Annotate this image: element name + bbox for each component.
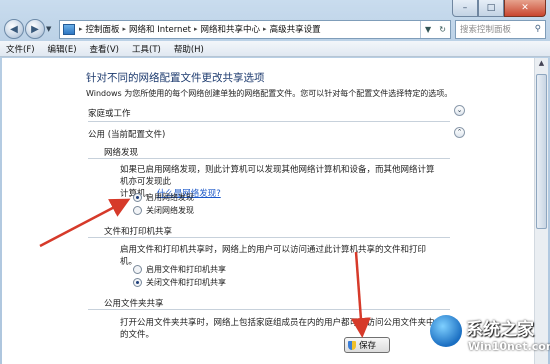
minimize-button[interactable]: – xyxy=(452,0,478,17)
watermark-url: Win10net.com xyxy=(468,340,550,353)
profile-label-public: 公用 (当前配置文件) xyxy=(88,130,166,140)
control-panel-window: – □ ✕ ◀ ▶ ▼ ▸ 控制面板 ▸ 网络和 Internet ▸ 网络和共… xyxy=(0,0,550,364)
page-title: 针对不同的网络配置文件更改共享选项 xyxy=(86,72,265,84)
address-bar-controls: ▼ ↻ xyxy=(420,20,450,38)
breadcrumb-separator-icon[interactable]: ▸ xyxy=(123,25,127,33)
refresh-icon[interactable]: ↻ xyxy=(439,25,446,34)
menu-edit[interactable]: 编辑(E) xyxy=(48,43,77,55)
divider xyxy=(88,158,450,159)
radio-label: 关闭网络发现 xyxy=(146,206,194,215)
radio-disable-network-discovery[interactable]: 关闭网络发现 xyxy=(133,205,194,216)
expand-chevron-icon[interactable]: ⌄ xyxy=(454,105,465,116)
search-input[interactable]: 搜索控制面板 ⚲ xyxy=(455,19,546,39)
address-row: ◀ ▶ ▼ ▸ 控制面板 ▸ 网络和 Internet ▸ 网络和共享中心 ▸ … xyxy=(4,18,546,40)
menu-help[interactable]: 帮助(H) xyxy=(174,43,204,55)
collapse-chevron-icon[interactable]: ⌃ xyxy=(454,127,465,138)
radio-label: 启用文件和打印机共享 xyxy=(146,265,226,274)
forward-arrow-icon: ▶ xyxy=(31,23,39,35)
uac-shield-icon xyxy=(348,340,356,350)
radio-enable-file-sharing[interactable]: 启用文件和打印机共享 xyxy=(133,264,226,275)
radio-unselected-icon[interactable] xyxy=(133,265,142,274)
profile-label-home-work: 家庭或工作 xyxy=(88,109,131,119)
breadcrumb-network-sharing-center[interactable]: 网络和共享中心 xyxy=(201,23,261,35)
breadcrumb-network-internet[interactable]: 网络和 Internet xyxy=(129,23,191,35)
menu-file[interactable]: 文件(F) xyxy=(6,43,35,55)
radio-unselected-icon[interactable] xyxy=(133,206,142,215)
maximize-button[interactable]: □ xyxy=(478,0,504,17)
divider xyxy=(88,237,450,238)
page-description: Windows 为您所使用的每个网络创建单独的网络配置文件。您可以针对每个配置文… xyxy=(86,89,453,98)
watermark-text: 系统之家 xyxy=(466,320,534,340)
profile-header-home-work[interactable]: 家庭或工作 xyxy=(88,107,462,121)
back-button[interactable]: ◀ xyxy=(4,19,24,39)
radio-enable-network-discovery[interactable]: 启用网络发现 xyxy=(133,192,194,203)
radio-label: 启用网络发现 xyxy=(146,193,194,202)
breadcrumb-separator-icon[interactable]: ▸ xyxy=(79,25,83,33)
save-button[interactable]: 保存 xyxy=(344,337,390,353)
breadcrumb-separator-icon[interactable]: ▸ xyxy=(194,25,198,33)
forward-button[interactable]: ▶ xyxy=(25,19,45,39)
search-icon[interactable]: ⚲ xyxy=(535,24,541,34)
divider xyxy=(88,121,450,122)
address-bar[interactable]: ▸ 控制面板 ▸ 网络和 Internet ▸ 网络和共享中心 ▸ 高级共享设置… xyxy=(59,19,451,39)
public-folder-description: 打开公用文件夹共享时，网络上包括家庭组成员在内的用户都可以访问公用文件夹中的文件… xyxy=(120,318,435,340)
breadcrumb-control-panel[interactable]: 控制面板 xyxy=(86,23,120,35)
radio-label: 关闭文件和打印机共享 xyxy=(146,278,226,287)
address-dropdown-icon[interactable]: ▼ xyxy=(425,25,431,34)
save-label: 保存 xyxy=(359,341,377,351)
profile-header-public[interactable]: 公用 (当前配置文件) xyxy=(88,128,462,142)
scrollbar-thumb[interactable] xyxy=(536,74,547,229)
caption-buttons: – □ ✕ xyxy=(452,0,546,17)
search-placeholder: 搜索控制面板 xyxy=(460,25,512,35)
breadcrumb-separator-icon[interactable]: ▸ xyxy=(263,25,267,33)
scroll-up-icon[interactable]: ▲ xyxy=(536,59,547,72)
discovery-text-line1: 如果已启用网络发现，则此计算机可以发现其他网络计算机和设备，而其他网络计算机亦可… xyxy=(120,165,435,187)
control-panel-icon xyxy=(63,23,75,35)
menu-bar: 文件(F) 编辑(E) 查看(V) 工具(T) 帮助(H) xyxy=(0,41,550,57)
section-heading-network-discovery: 网络发现 xyxy=(104,148,139,158)
menu-view[interactable]: 查看(V) xyxy=(90,43,119,55)
radio-selected-icon[interactable] xyxy=(133,278,142,287)
watermark-logo-icon xyxy=(430,315,462,347)
menu-tools[interactable]: 工具(T) xyxy=(132,43,161,55)
back-arrow-icon: ◀ xyxy=(10,23,18,35)
watermark: 系统之家 Win10net.com xyxy=(430,313,550,361)
section-heading-file-printer-sharing: 文件和打印机共享 xyxy=(104,227,173,237)
close-button[interactable]: ✕ xyxy=(504,0,546,17)
radio-selected-icon[interactable] xyxy=(133,193,142,202)
radio-disable-file-sharing[interactable]: 关闭文件和打印机共享 xyxy=(133,277,226,288)
breadcrumb-advanced-sharing[interactable]: 高级共享设置 xyxy=(270,23,321,35)
section-heading-public-folder-sharing: 公用文件夹共享 xyxy=(104,299,164,309)
recent-pages-dropdown[interactable]: ▼ xyxy=(46,25,56,33)
divider xyxy=(88,309,450,310)
